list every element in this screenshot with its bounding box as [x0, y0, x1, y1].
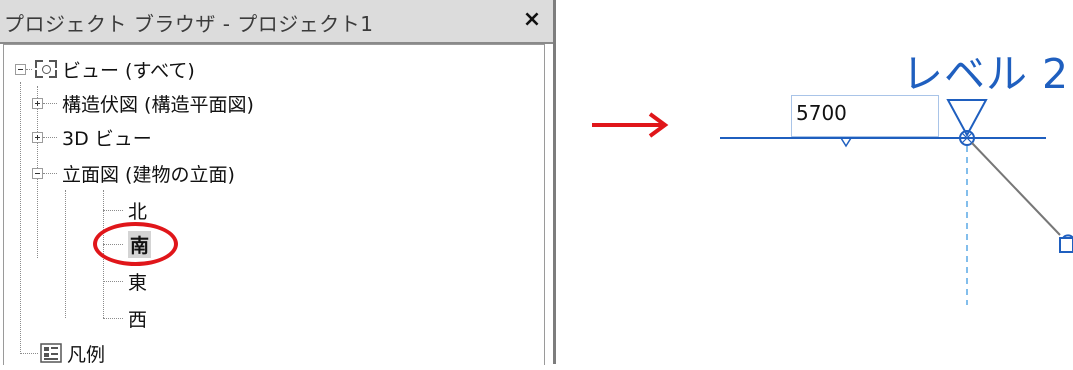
- tree-item-legends[interactable]: 凡例: [20, 336, 105, 370]
- tree-connector: [20, 352, 38, 354]
- tree-item-elevation-west[interactable]: 西: [103, 301, 147, 335]
- tree-connector: [43, 136, 57, 138]
- collapse-toggle-icon[interactable]: [32, 167, 43, 179]
- tree-connector: [26, 68, 32, 70]
- tree-item-label: 立面図 (建物の立面): [62, 163, 235, 186]
- tree-connector: [20, 82, 21, 352]
- tree-item-elevations[interactable]: 立面図 (建物の立面): [32, 156, 235, 190]
- tree-connector: [103, 209, 123, 211]
- tree-item-label: 3D ビュー: [62, 127, 152, 150]
- expand-toggle-icon[interactable]: [32, 131, 43, 143]
- red-arrow-icon: [592, 112, 669, 138]
- tree-root-views[interactable]: ビュー (すべて): [15, 52, 195, 86]
- tree-item-label: 西: [128, 308, 148, 331]
- tree-connector: [43, 172, 57, 174]
- tree-item-label: 東: [128, 271, 148, 294]
- tree-item-label: 構造伏図 (構造平面図): [62, 93, 254, 116]
- tree-connector: [103, 317, 123, 319]
- expand-toggle-icon[interactable]: [32, 97, 43, 109]
- tree-root-label: ビュー (すべて): [62, 59, 195, 82]
- tree-item-label: 凡例: [67, 343, 106, 366]
- close-button[interactable]: ×: [519, 8, 545, 34]
- project-browser-panel: プロジェクト ブラウザ - プロジェクト1 × ビュー (すべて) 構造伏図 (…: [0, 0, 556, 366]
- tree-item-3d-views[interactable]: 3D ビュー: [32, 120, 152, 154]
- tree-item-elevation-east[interactable]: 東: [103, 264, 147, 298]
- tree-connector: [65, 190, 66, 318]
- views-icon: [35, 58, 57, 80]
- legend-icon: [40, 343, 62, 363]
- collapse-toggle-icon[interactable]: [15, 63, 26, 75]
- tree-item-structural-plans[interactable]: 構造伏図 (構造平面図): [32, 86, 254, 120]
- elevation-input[interactable]: [796, 101, 916, 125]
- project-browser-title: プロジェクト ブラウザ - プロジェクト1: [4, 12, 374, 36]
- tree-connector: [43, 102, 57, 104]
- lock-icon: [1059, 234, 1073, 253]
- highlight-circle: [93, 222, 178, 266]
- project-browser-titlebar[interactable]: プロジェクト ブラウザ - プロジェクト1 ×: [0, 0, 553, 44]
- level-head-triangle: [946, 99, 988, 138]
- elevation-field[interactable]: [791, 95, 939, 137]
- diagonal-leader-line: [971, 142, 1061, 236]
- tree-item-label: 北: [128, 200, 148, 223]
- tree-connector: [103, 280, 123, 282]
